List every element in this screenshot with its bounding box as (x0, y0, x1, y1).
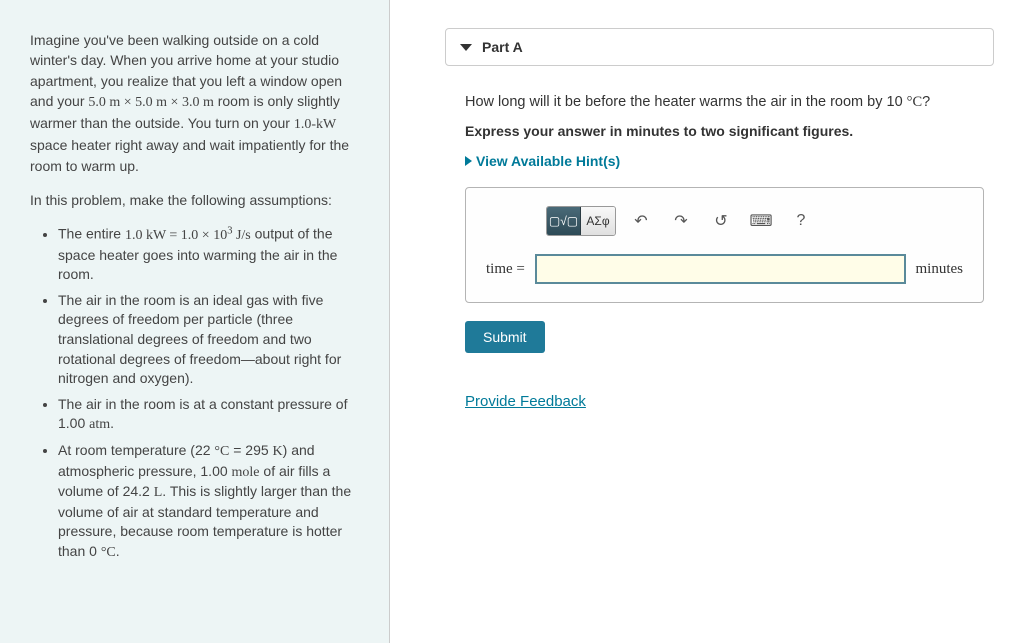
provide-feedback-link[interactable]: Provide Feedback (465, 393, 586, 410)
answer-panel: Part A How long will it be before the he… (390, 0, 1024, 643)
question-text: How long will it be before the heater wa… (465, 94, 984, 111)
part-accordion: Part A (445, 28, 994, 66)
assumption-4: At room temperature (22 °C = 295 K) and … (58, 441, 364, 563)
undo-icon: ↶ (634, 211, 647, 231)
intro-text-3: space heater right away and wait impatie… (30, 137, 349, 173)
room-dimensions: 5.0 m × 5.0 m × 3.0 m (88, 95, 213, 110)
part-body: How long will it be before the heater wa… (445, 66, 994, 420)
equation-tool-group: ▢√▢ ΑΣφ (546, 206, 616, 236)
assumptions-list: The entire 1.0 kW = 1.0 × 103 J/s output… (30, 224, 364, 562)
problem-text: Imagine you've been walking outside on a… (30, 30, 364, 563)
assumption-2: The air in the room is an ideal gas with… (58, 291, 364, 389)
caret-down-icon (460, 44, 472, 51)
problem-statement-panel: Imagine you've been walking outside on a… (0, 0, 390, 643)
help-button[interactable]: ? (786, 207, 816, 235)
greek-button[interactable]: ΑΣφ (581, 207, 615, 235)
assumption-3: The air in the room is at a constant pre… (58, 395, 364, 435)
answer-box: ▢√▢ ΑΣφ ↶ ↷ ↺ ⌨ ? time = minutes (465, 187, 984, 303)
reset-button[interactable]: ↺ (706, 207, 736, 235)
answer-unit: minutes (916, 261, 964, 278)
keyboard-icon: ⌨ (749, 211, 772, 231)
hints-label: View Available Hint(s) (476, 153, 620, 169)
part-label: Part A (482, 39, 523, 55)
redo-icon: ↷ (674, 211, 687, 231)
reset-icon: ↺ (714, 211, 727, 231)
submit-button[interactable]: Submit (465, 321, 545, 353)
assumption-1: The entire 1.0 kW = 1.0 × 103 J/s output… (58, 224, 364, 284)
caret-right-icon (465, 156, 472, 166)
templates-button[interactable]: ▢√▢ (547, 207, 581, 235)
undo-button[interactable]: ↶ (626, 207, 656, 235)
equation-toolbar: ▢√▢ ΑΣφ ↶ ↷ ↺ ⌨ ? (546, 206, 963, 236)
answer-label: time = (486, 261, 525, 278)
view-hints-link[interactable]: View Available Hint(s) (465, 153, 984, 169)
keyboard-button[interactable]: ⌨ (746, 207, 776, 235)
redo-button[interactable]: ↷ (666, 207, 696, 235)
part-header[interactable]: Part A (446, 29, 993, 65)
answer-input[interactable] (535, 254, 906, 284)
answer-input-row: time = minutes (486, 254, 963, 284)
heater-power: 1.0-kW (294, 117, 336, 132)
assumptions-lead: In this problem, make the following assu… (30, 190, 364, 210)
answer-instruction: Express your answer in minutes to two si… (465, 123, 984, 139)
help-icon: ? (797, 212, 806, 230)
